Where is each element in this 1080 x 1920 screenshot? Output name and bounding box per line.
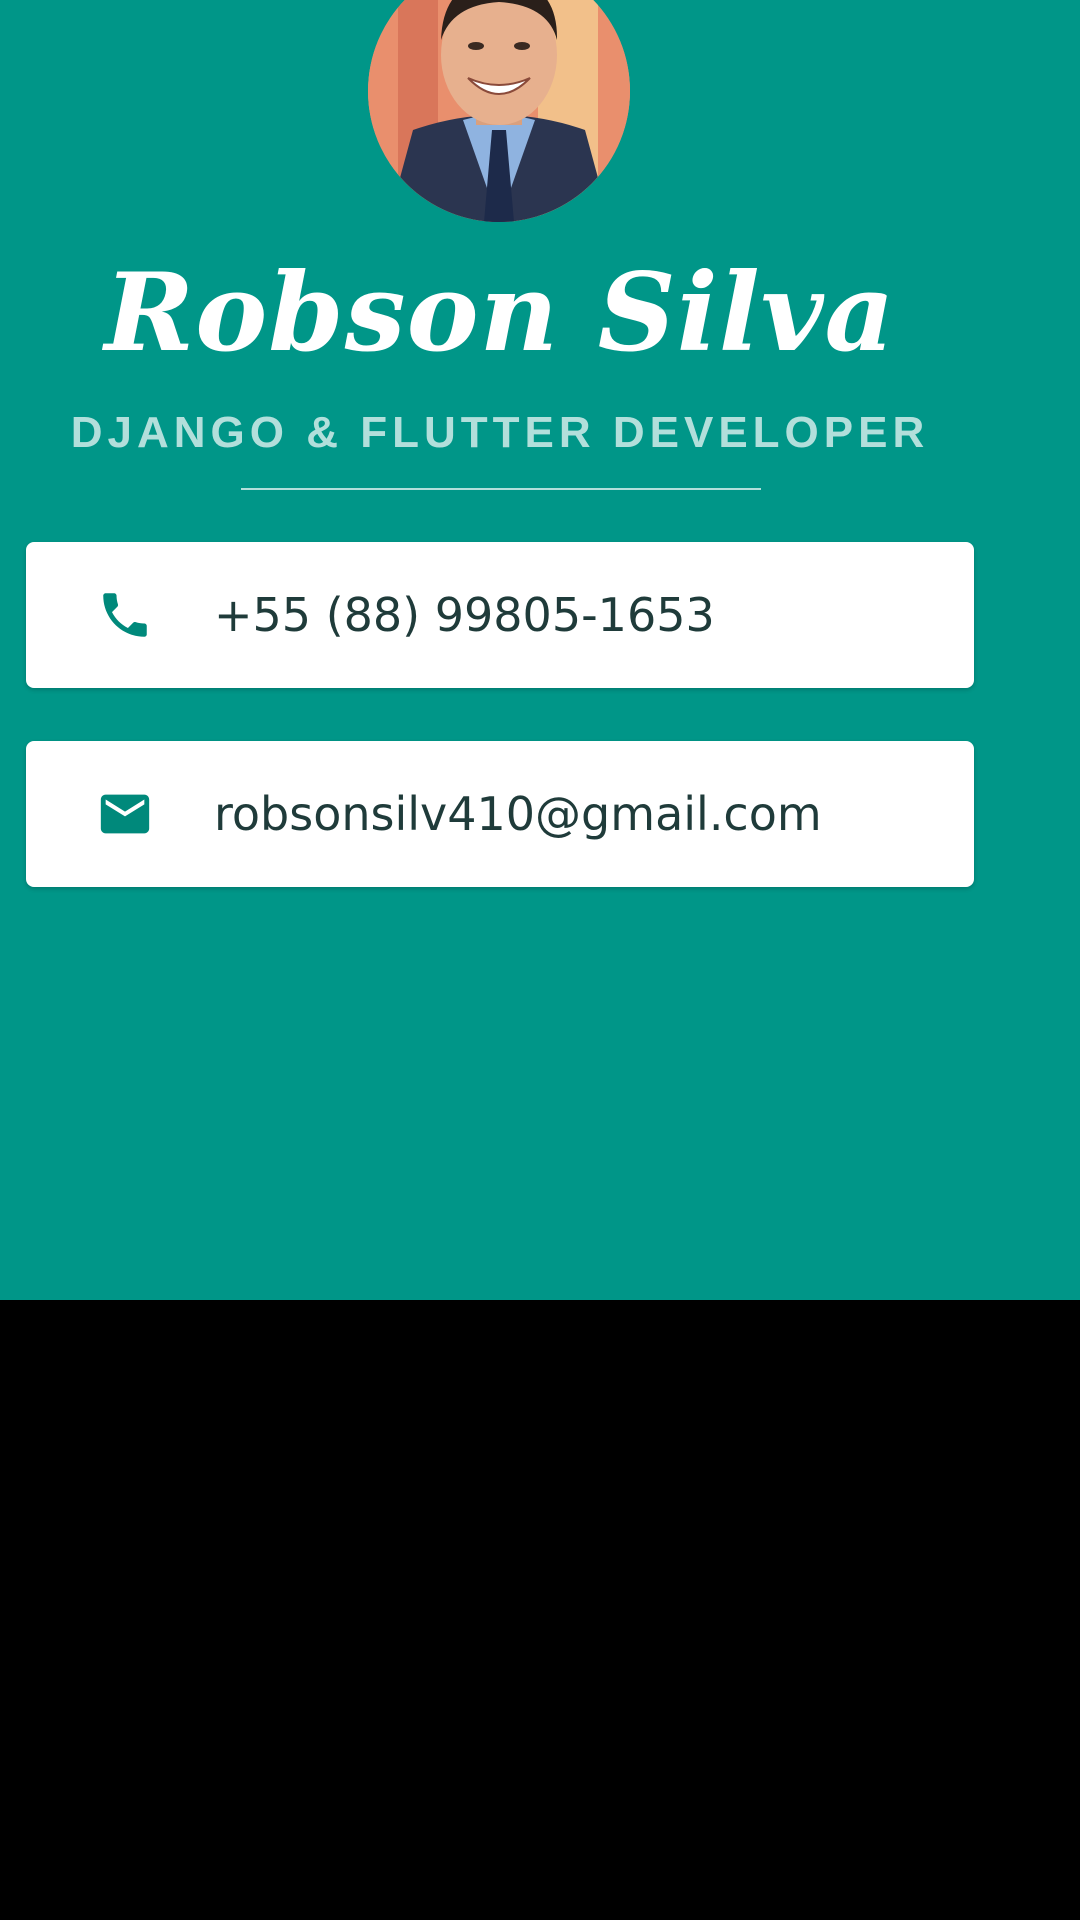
phone-icon xyxy=(96,586,154,644)
avatar xyxy=(368,0,630,222)
app-body: Robson Silva DJANGO & FLUTTER DEVELOPER … xyxy=(0,0,1080,1300)
mail-icon xyxy=(96,785,154,843)
profile-title: DJANGO & FLUTTER DEVELOPER xyxy=(70,408,930,457)
profile-name: Robson Silva xyxy=(104,250,896,376)
divider xyxy=(241,488,761,490)
profile-photo xyxy=(368,0,630,222)
phone-card[interactable]: +55 (88) 99805-1653 xyxy=(26,542,974,688)
phone-number: +55 (88) 99805-1653 xyxy=(214,588,715,642)
email-card[interactable]: robsonsilv410@gmail.com xyxy=(26,741,974,887)
screen: Robson Silva DJANGO & FLUTTER DEVELOPER … xyxy=(0,0,1080,1920)
email-address: robsonsilv410@gmail.com xyxy=(214,787,822,841)
